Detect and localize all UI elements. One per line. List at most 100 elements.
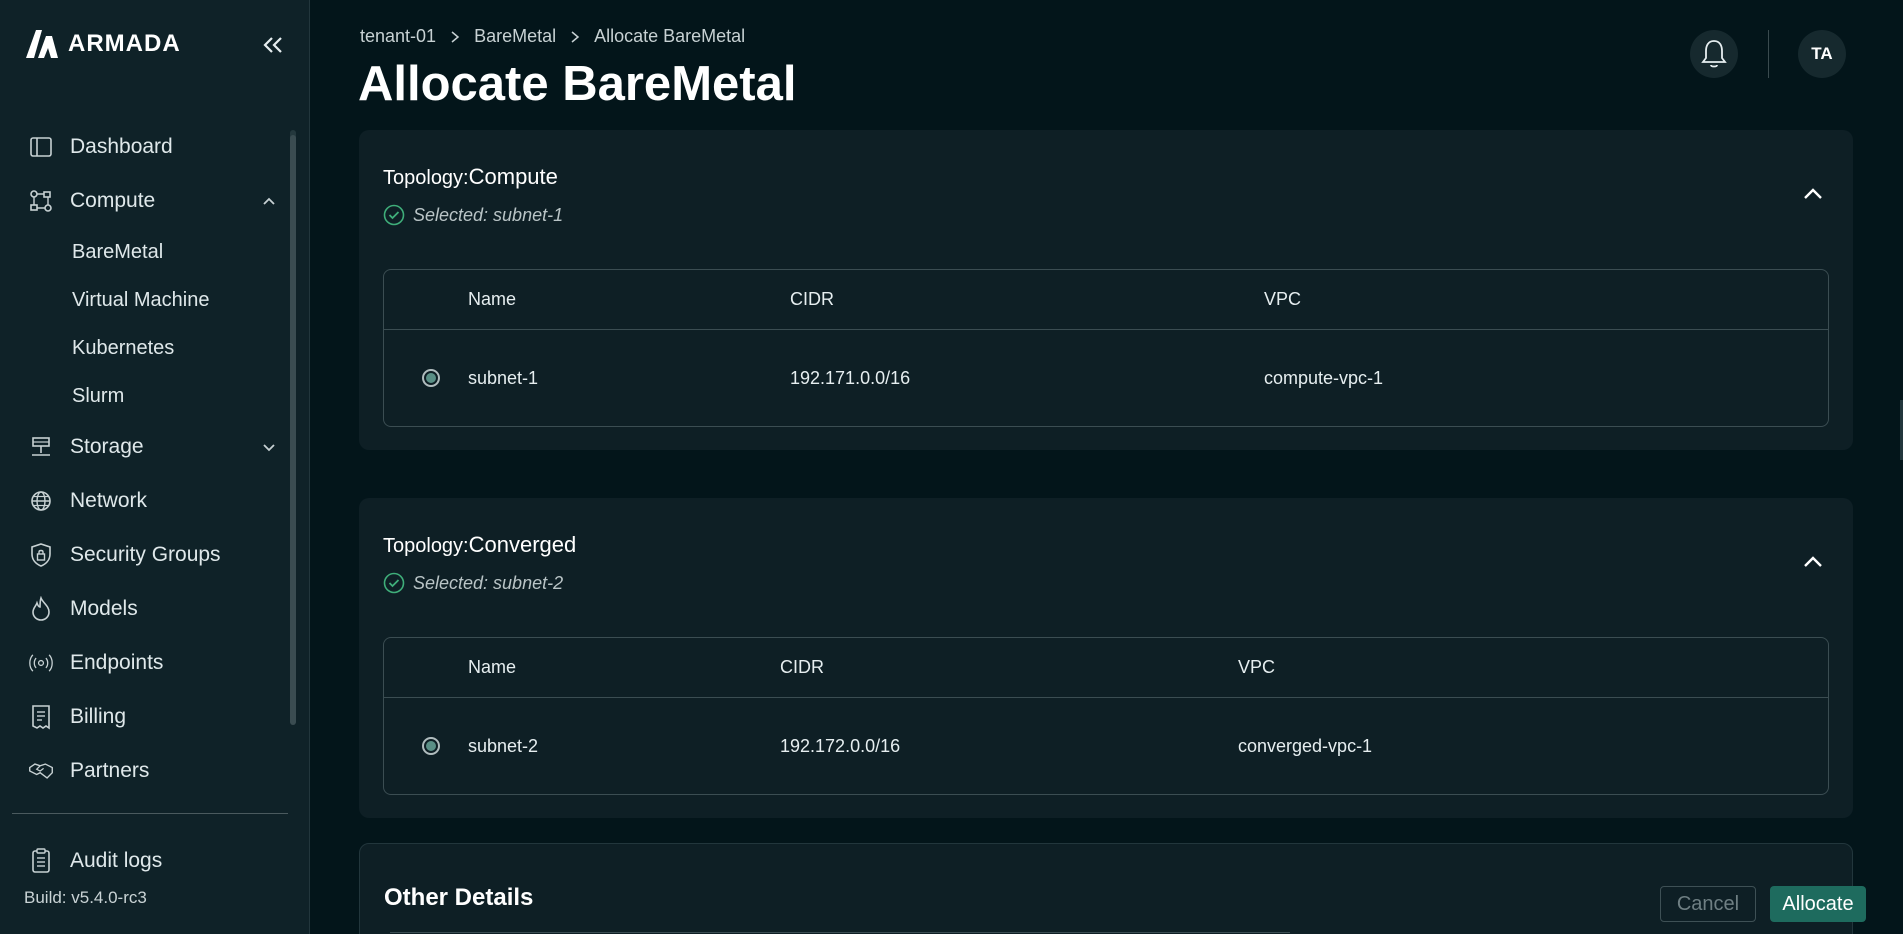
sidebar-item-label: Security Groups (70, 543, 221, 566)
sidebar-item-label: Compute (70, 189, 156, 212)
sidebar-item-label: Endpoints (70, 651, 164, 674)
sidebar-item-label: Audit logs (70, 849, 163, 872)
dashboard-icon (28, 134, 54, 160)
radio-selected-dot (426, 373, 436, 383)
topology-name: Compute (468, 164, 558, 189)
flame-icon (28, 596, 54, 622)
handshake-icon (28, 758, 54, 784)
chevron-right-icon (450, 30, 460, 44)
armada-logo-icon (26, 30, 58, 58)
allocate-button[interactable]: Allocate (1770, 886, 1866, 922)
chevron-up-icon (1804, 188, 1822, 199)
selected-text: Selected: subnet-2 (413, 572, 564, 593)
sidebar-item-audit-logs[interactable]: Audit logs (0, 834, 290, 888)
selected-indicator: Selected: subnet-2 (383, 572, 563, 594)
sidebar: ARMADA Dashboard Compute BareMetal Virtu… (0, 0, 310, 934)
column-header-cidr: CIDR (780, 657, 824, 677)
breadcrumb-item[interactable]: BareMetal (474, 26, 556, 47)
subnet-radio[interactable] (422, 369, 440, 387)
notifications-button[interactable] (1690, 30, 1738, 78)
sidebar-item-billing[interactable]: Billing (0, 690, 290, 744)
chevron-down-icon[interactable] (260, 438, 278, 456)
topology-name: Converged (468, 532, 577, 557)
other-details-card: Other Details (359, 843, 1853, 934)
details-title: Other Details (384, 884, 534, 911)
sidebar-item-label: Network (70, 489, 148, 512)
cell-cidr: 192.172.0.0/16 (780, 735, 901, 756)
sidebar-item-security-groups[interactable]: Security Groups (0, 528, 290, 582)
sidebar-divider (12, 813, 288, 814)
globe-icon (28, 488, 54, 514)
bell-icon (1701, 40, 1727, 68)
cell-name: subnet-1 (468, 367, 539, 388)
details-field-underline (390, 932, 1290, 933)
subnet-table: Name CIDR VPC subnet-1 192.171.0.0/16 co… (383, 269, 1829, 427)
column-header-vpc: VPC (1238, 657, 1276, 677)
subnet-table: Name CIDR VPC subnet-2 192.172.0.0/16 co… (383, 637, 1829, 795)
topology-label: Topology: (383, 167, 469, 189)
cell-cidr: 192.171.0.0/16 (790, 367, 911, 388)
sidebar-item-label: Storage (70, 435, 144, 458)
cell-name: subnet-2 (468, 735, 539, 756)
app-root: ARMADA Dashboard Compute BareMetal Virtu… (0, 0, 1903, 934)
sidebar-subitem-baremetal[interactable]: BareMetal (0, 228, 290, 276)
radio-selected-dot (426, 741, 436, 751)
page-title: Allocate BareMetal (358, 57, 797, 111)
shield-lock-icon (28, 542, 54, 568)
collapse-card-button[interactable] (1799, 180, 1827, 208)
cell-vpc: compute-vpc-1 (1264, 367, 1384, 388)
brand-name: ARMADA (68, 30, 181, 57)
selected-text: Selected: subnet-1 (413, 204, 564, 225)
sidebar-nav: Dashboard Compute BareMetal Virtual Mach… (0, 120, 290, 798)
collapse-sidebar-button[interactable] (258, 30, 288, 60)
table-header: Name CIDR VPC (384, 270, 1828, 330)
cancel-button[interactable]: Cancel (1660, 886, 1756, 922)
storage-icon (28, 434, 54, 460)
breadcrumb-item[interactable]: tenant-01 (360, 26, 436, 47)
cell-vpc: converged-vpc-1 (1238, 735, 1373, 756)
table-row[interactable]: subnet-2 192.172.0.0/16 converged-vpc-1 (384, 698, 1828, 794)
sidebar-item-label: Models (70, 597, 138, 620)
breadcrumb: tenant-01 BareMetal Allocate BareMetal (360, 26, 745, 47)
build-version: Build: v5.4.0-rc3 (24, 888, 147, 907)
topology-card-converged: Topology:Converged Selected: subnet-2 Na… (359, 498, 1853, 818)
selected-indicator: Selected: subnet-1 (383, 204, 563, 226)
broadcast-icon (28, 650, 54, 676)
sidebar-item-compute[interactable]: Compute (0, 174, 290, 228)
sidebar-scrollbar[interactable] (290, 135, 296, 725)
sidebar-subitem-virtual-machine[interactable]: Virtual Machine (0, 276, 290, 324)
sidebar-item-label: Partners (70, 759, 150, 782)
chevron-up-icon (1804, 556, 1822, 567)
collapse-card-button[interactable] (1799, 548, 1827, 576)
topology-label: Topology: (383, 535, 469, 557)
brand-logo[interactable]: ARMADA (24, 28, 181, 60)
compute-icon (28, 188, 54, 214)
clipboard-icon (28, 848, 54, 874)
sidebar-subitem-slurm[interactable]: Slurm (0, 372, 290, 420)
avatar[interactable]: TA (1798, 30, 1846, 78)
check-circle-icon (383, 572, 405, 594)
topology-title: Topology:Compute (383, 164, 558, 190)
sidebar-bottom: Audit logs (0, 834, 290, 888)
column-header-name: Name (468, 657, 517, 677)
sidebar-item-label: Billing (70, 705, 127, 728)
table-row[interactable]: subnet-1 192.171.0.0/16 compute-vpc-1 (384, 330, 1828, 426)
sidebar-item-partners[interactable]: Partners (0, 744, 290, 798)
topology-title: Topology:Converged (383, 532, 576, 558)
column-header-cidr: CIDR (790, 289, 834, 309)
sidebar-subitem-kubernetes[interactable]: Kubernetes (0, 324, 290, 372)
column-header-name: Name (468, 289, 517, 309)
topology-card-compute: Topology:Compute Selected: subnet-1 Name… (359, 130, 1853, 450)
chevron-right-icon (570, 30, 580, 44)
sidebar-item-storage[interactable]: Storage (0, 420, 290, 474)
double-chevron-left-icon (263, 37, 282, 53)
sidebar-item-endpoints[interactable]: Endpoints (0, 636, 290, 690)
sidebar-item-label: Dashboard (70, 135, 173, 158)
sidebar-item-models[interactable]: Models (0, 582, 290, 636)
subnet-radio[interactable] (422, 737, 440, 755)
sidebar-item-dashboard[interactable]: Dashboard (0, 120, 290, 174)
receipt-icon (28, 704, 54, 730)
sidebar-item-network[interactable]: Network (0, 474, 290, 528)
breadcrumb-current: Allocate BareMetal (594, 26, 746, 46)
chevron-up-icon[interactable] (260, 192, 278, 210)
